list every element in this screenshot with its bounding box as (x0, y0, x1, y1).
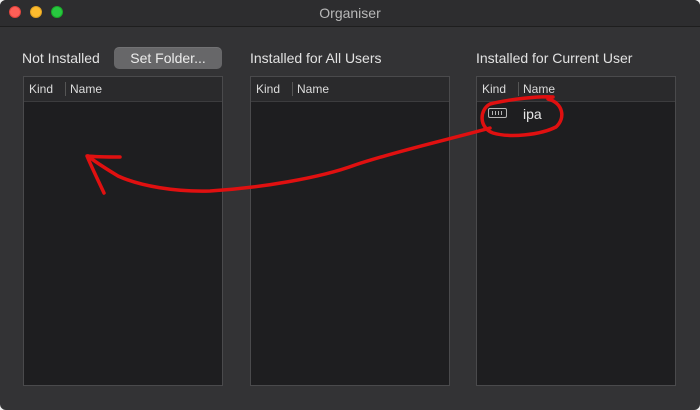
table-header: Kind Name (251, 77, 449, 102)
table-row[interactable]: ipa (477, 103, 675, 125)
current-user-label: Installed for Current User (476, 50, 633, 66)
name-column-header[interactable]: Name (523, 82, 555, 96)
table-header: Kind Name (477, 77, 675, 102)
column-divider[interactable] (292, 82, 293, 96)
not-installed-label: Not Installed (22, 50, 100, 66)
all-users-table[interactable]: Kind Name (250, 76, 450, 386)
column-divider[interactable] (65, 82, 66, 96)
current-user-table[interactable]: Kind Name ipa (476, 76, 676, 386)
kind-column-header[interactable]: Kind (256, 82, 280, 96)
window-title: Organiser (319, 5, 381, 21)
all-users-label: Installed for All Users (250, 50, 382, 66)
column-divider[interactable] (518, 82, 519, 96)
not-installed-table[interactable]: Kind Name (23, 76, 223, 386)
keyboard-icon (488, 108, 507, 118)
organiser-window: Organiser Not Installed Set Folder... Ki… (0, 0, 700, 410)
name-column-header[interactable]: Name (70, 82, 102, 96)
kind-column-header[interactable]: Kind (29, 82, 53, 96)
kind-column-header[interactable]: Kind (482, 82, 506, 96)
title-bar: Organiser (0, 0, 700, 27)
table-header: Kind Name (24, 77, 222, 102)
row-name: ipa (523, 106, 542, 122)
name-column-header[interactable]: Name (297, 82, 329, 96)
set-folder-button[interactable]: Set Folder... (114, 47, 222, 69)
